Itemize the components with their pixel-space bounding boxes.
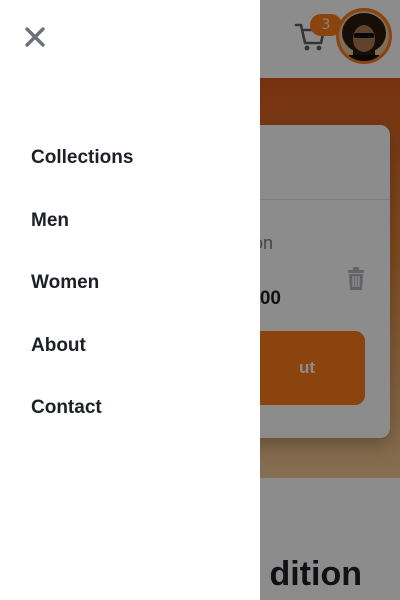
close-menu-button[interactable] xyxy=(22,24,48,50)
nav-item-collections[interactable]: Collections xyxy=(31,140,251,203)
close-icon xyxy=(22,27,48,53)
nav-item-about[interactable]: About xyxy=(31,328,251,391)
nav-item-contact[interactable]: Contact xyxy=(31,390,251,453)
drawer-nav-list: Collections Men Women About Contact xyxy=(31,140,251,453)
nav-item-women[interactable]: Women xyxy=(31,265,251,328)
nav-drawer: Collections Men Women About Contact xyxy=(0,0,260,600)
nav-item-men[interactable]: Men xyxy=(31,203,251,266)
